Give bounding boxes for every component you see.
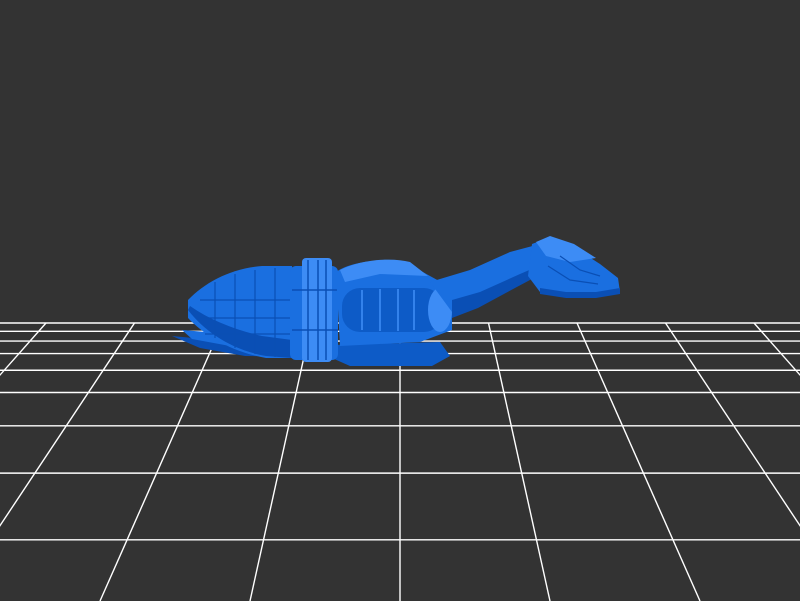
scene-canvas[interactable] bbox=[0, 0, 800, 601]
model-engine-nacelle bbox=[342, 288, 442, 332]
model-ring-band bbox=[302, 258, 332, 362]
model-undercarriage bbox=[330, 342, 450, 366]
3d-viewport[interactable] bbox=[0, 0, 800, 601]
